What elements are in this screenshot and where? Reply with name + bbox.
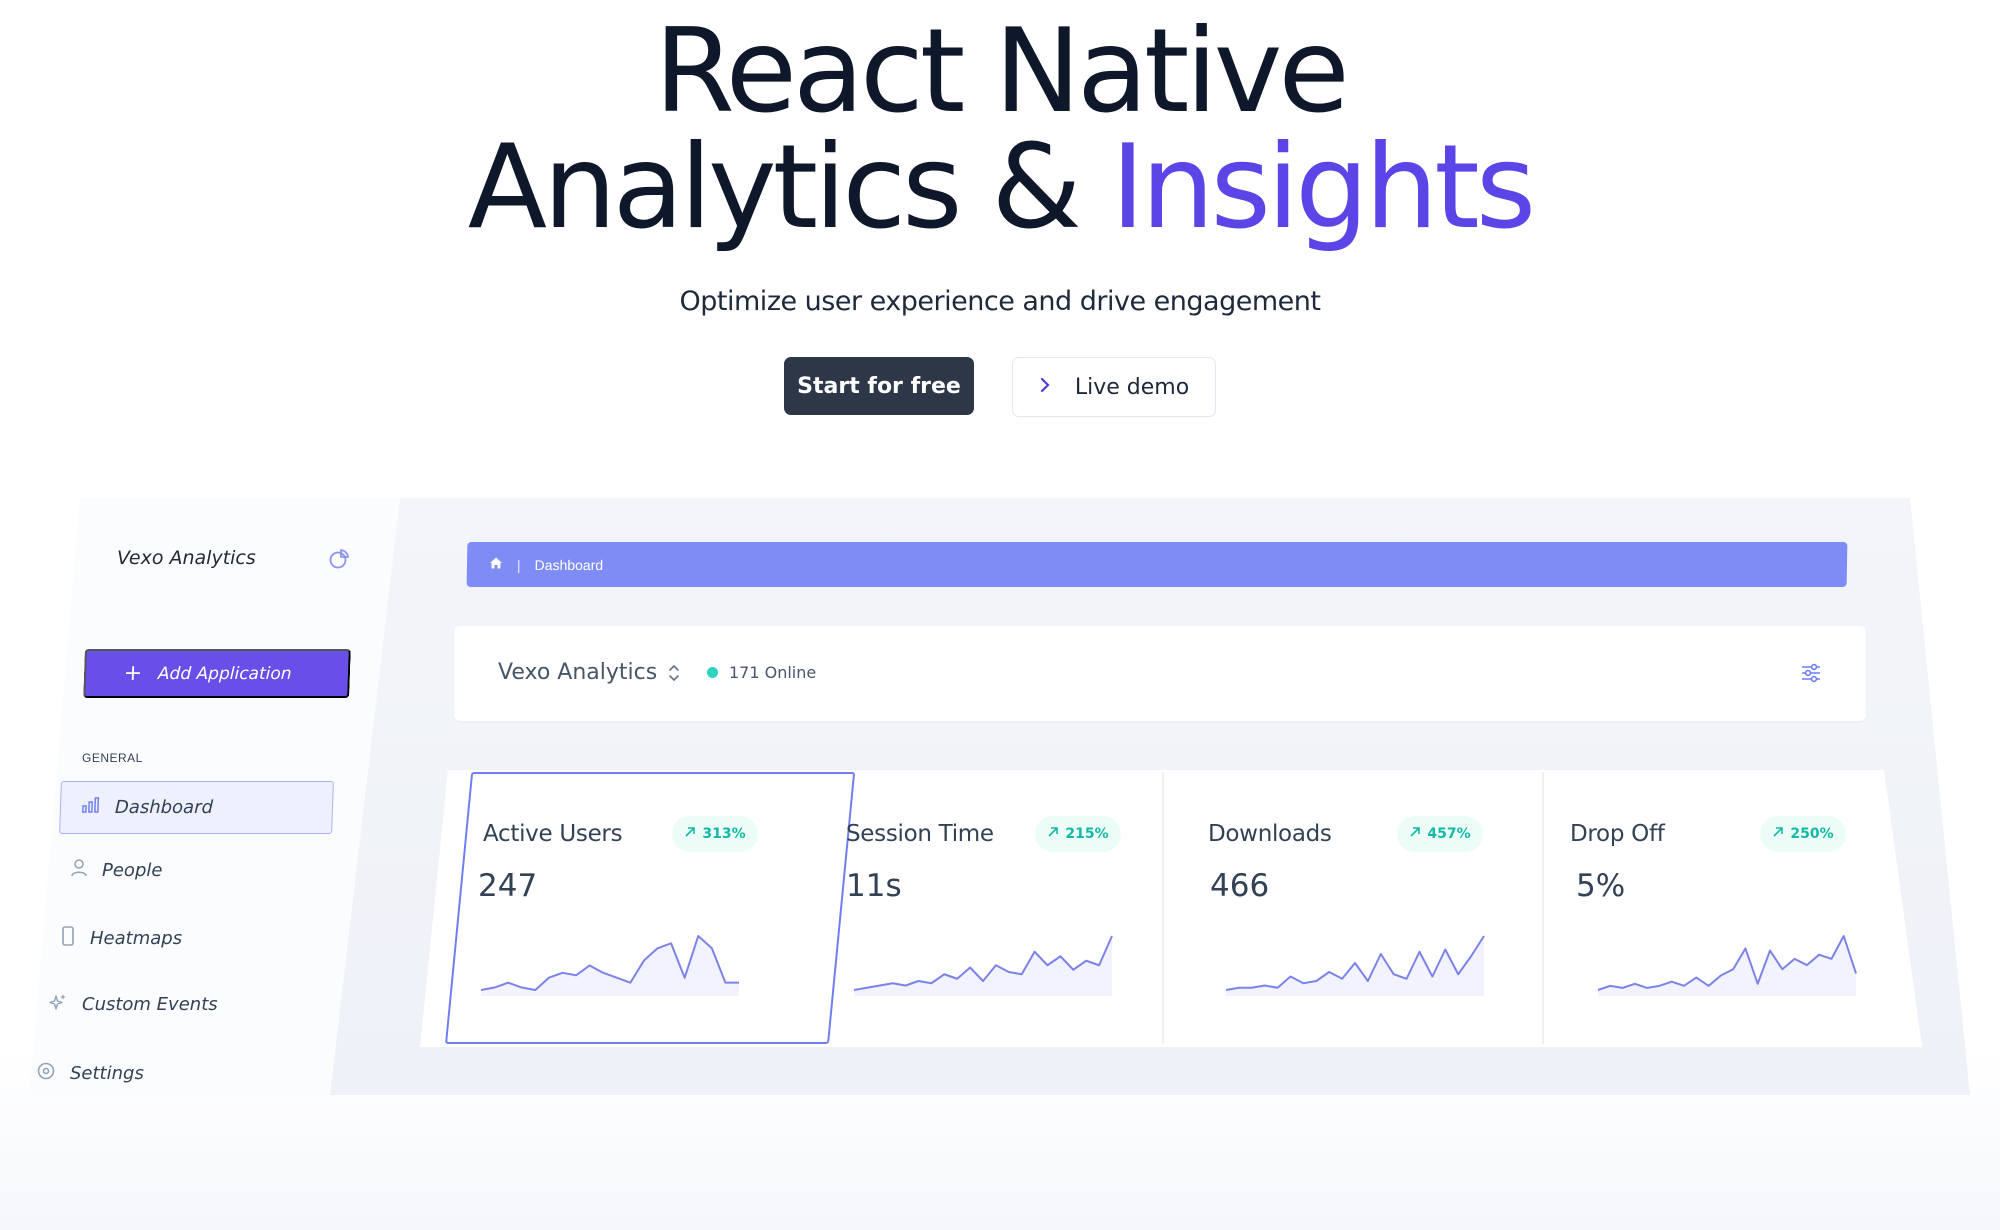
sidebar-section-general: GENERAL [82, 751, 143, 765]
sidebar-item-settings[interactable]: Settings [36, 1061, 144, 1086]
sparkline-drop-off [1597, 935, 1857, 996]
sparkles-icon [48, 992, 68, 1017]
user-icon [70, 858, 88, 883]
cta-row: Start for free Live demo [0, 357, 2000, 417]
sparkline-downloads [1225, 935, 1485, 996]
breadcrumb-current[interactable]: Dashboard [535, 557, 604, 573]
gear-icon [36, 1061, 56, 1086]
plus-icon: + [123, 661, 143, 686]
hero-title-line1: React Native [654, 4, 1350, 139]
stat-change-value: 215% [1065, 826, 1109, 842]
stat-change-badge: 250% [1760, 816, 1846, 852]
hero-subtitle: Optimize user experience and drive engag… [679, 286, 1321, 317]
chevron-up-down-icon[interactable] [667, 663, 681, 688]
sparkline-area [1598, 936, 1856, 996]
hero-title-line2: Analytics & Insights [0, 130, 2000, 246]
pie-chart-icon[interactable] [328, 548, 350, 570]
arrow-up-right-icon [1772, 826, 1784, 842]
add-application-button[interactable]: + Add Application [83, 649, 351, 698]
sidebar-item-label: Dashboard [114, 797, 214, 818]
home-icon[interactable] [489, 556, 503, 573]
stat-change-badge: 313% [672, 816, 758, 852]
stat-change-badge: 215% [1035, 816, 1121, 852]
sidebar-item-custom-events[interactable]: Custom Events [48, 992, 218, 1017]
stat-value: 247 [478, 868, 538, 904]
live-demo-button[interactable]: Live demo [1012, 357, 1216, 417]
sparkline-area [1226, 936, 1484, 996]
stat-change-value: 457% [1427, 826, 1471, 842]
arrow-up-right-icon [1047, 826, 1059, 842]
online-status-dot [707, 667, 718, 678]
stat-change-badge: 457% [1397, 816, 1483, 852]
sparkline-active-users [480, 935, 739, 996]
stat-label: Session Time [846, 821, 994, 847]
stat-label: Drop Off [1570, 821, 1665, 847]
stat-value: 5% [1576, 868, 1626, 904]
hero-title: React Native Analytics & Insights [0, 14, 2000, 246]
app-selector-label[interactable]: Vexo Analytics [498, 660, 657, 685]
stat-label: Active Users [483, 821, 623, 847]
stat-card-active-outline [445, 772, 856, 1044]
live-demo-label: Live demo [1074, 374, 1190, 400]
arrow-up-right-icon [684, 826, 696, 842]
add-application-label: Add Application [157, 663, 292, 684]
stat-change-value: 250% [1790, 826, 1834, 842]
sparkline-session-time [853, 935, 1113, 996]
hero: React Native Analytics & Insights Optimi… [0, 0, 2000, 318]
chevron-right-icon [1039, 375, 1051, 400]
sparkline-area [854, 936, 1112, 996]
sidebar-item-dashboard[interactable]: Dashboard [59, 781, 334, 834]
stat-divider [1162, 772, 1164, 1044]
breadcrumb: | Dashboard [466, 542, 1848, 587]
sidebar-item-label: People [102, 860, 163, 881]
bar-chart-icon [81, 796, 102, 819]
hero-title-accent: Insights [1110, 120, 1536, 255]
arrow-up-right-icon [1409, 826, 1421, 842]
sidebar-item-label: Custom Events [82, 994, 218, 1015]
phone-icon [60, 925, 76, 952]
sidebar-item-label: Heatmaps [90, 928, 183, 949]
stat-divider [1542, 772, 1544, 1044]
stat-value: 11s [846, 868, 902, 904]
sidebar-item-people[interactable]: People [70, 858, 162, 883]
sliders-icon[interactable] [1800, 662, 1822, 689]
online-count: 171 Online [729, 663, 817, 682]
stat-label: Downloads [1208, 821, 1332, 847]
sidebar-item-label: Settings [70, 1063, 144, 1084]
breadcrumb-separator: | [516, 556, 521, 573]
sidebar-brand: Vexo Analytics [117, 547, 256, 569]
stat-change-value: 313% [702, 826, 746, 842]
sidebar-item-heatmaps[interactable]: Heatmaps [60, 925, 182, 952]
stat-value: 466 [1210, 868, 1270, 904]
app-bar [454, 626, 1866, 721]
start-for-free-button[interactable]: Start for free [784, 357, 974, 415]
hero-title-prefix: Analytics & [467, 120, 1111, 255]
